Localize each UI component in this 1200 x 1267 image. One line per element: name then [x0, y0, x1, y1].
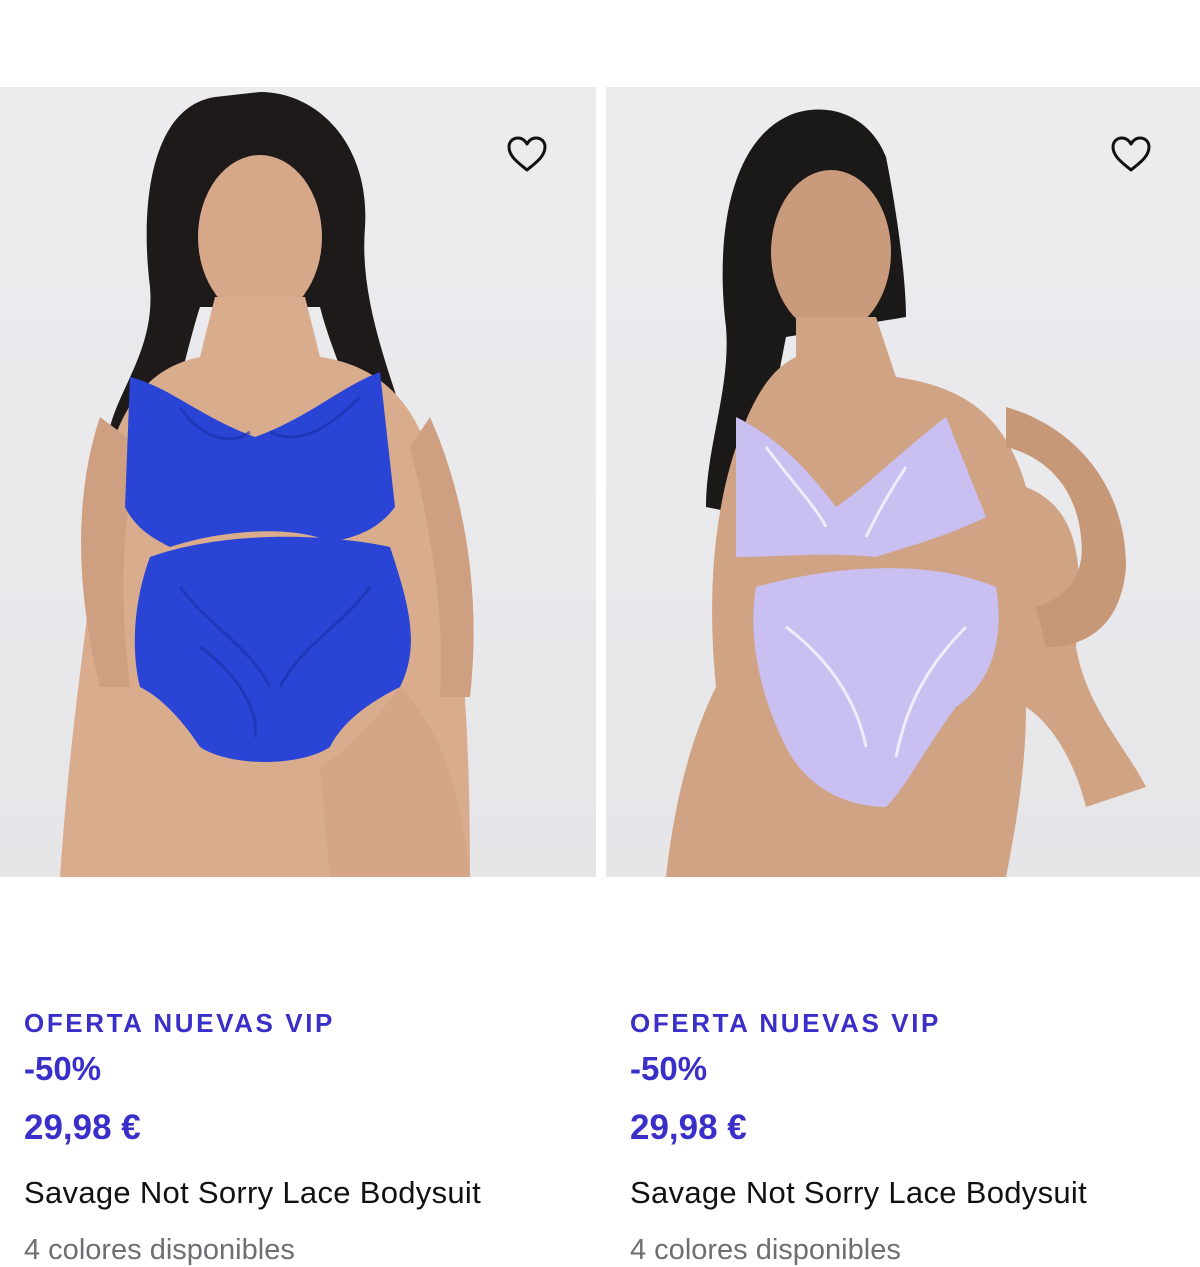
product-card[interactable]: OFERTA NUEVAS VIP -50% 29,98 € Savage No… — [606, 87, 1200, 1266]
colors-available: 4 colores disponibles — [630, 1234, 901, 1266]
product-grid: OFERTA NUEVAS VIP -50% 29,98 € Savage No… — [0, 87, 1200, 1266]
product-image[interactable] — [0, 87, 596, 877]
product-image[interactable] — [606, 87, 1200, 877]
model-photo-illustration — [60, 92, 474, 877]
heart-outline-icon — [507, 136, 547, 172]
colors-available: 4 colores disponibles — [24, 1234, 295, 1266]
product-price: 29,98 € — [630, 1108, 747, 1147]
heart-outline-icon — [1111, 136, 1151, 172]
model-photo-illustration — [666, 109, 1146, 877]
favorite-button[interactable] — [1110, 135, 1160, 179]
promo-label: OFERTA NUEVAS VIP — [630, 1008, 941, 1038]
promo-label: OFERTA NUEVAS VIP — [24, 1008, 335, 1038]
favorite-button[interactable] — [506, 135, 556, 179]
discount-badge: -50% — [630, 1050, 708, 1087]
product-card[interactable]: OFERTA NUEVAS VIP -50% 29,98 € Savage No… — [0, 87, 596, 1266]
product-name[interactable]: Savage Not Sorry Lace Bodysuit — [24, 1175, 481, 1211]
product-price: 29,98 € — [24, 1108, 141, 1147]
discount-badge: -50% — [24, 1050, 102, 1087]
product-name[interactable]: Savage Not Sorry Lace Bodysuit — [630, 1175, 1087, 1211]
